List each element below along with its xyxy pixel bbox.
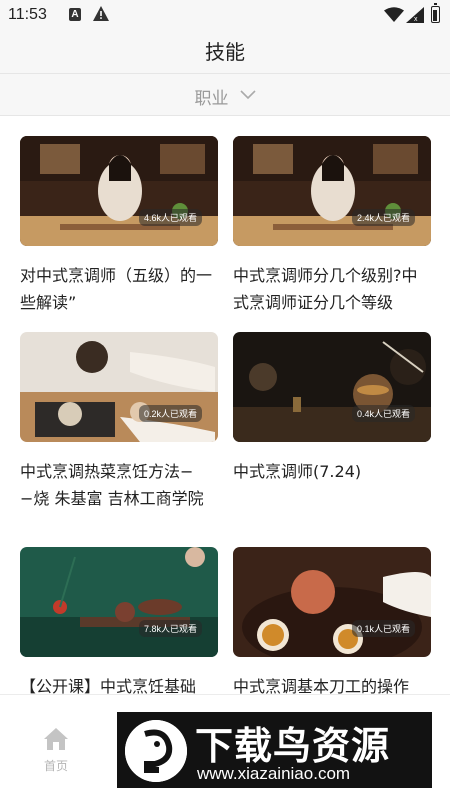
course-thumbnail[interactable]: 0.1k人已观看 [233,547,431,657]
view-count: 0.1k人已观看 [351,620,415,637]
nav-home-label[interactable]: 首页 [28,757,84,774]
status-bar: 11:53 A x [0,0,450,30]
course-title[interactable]: 中式烹调师分几个级别?中式烹调师证分几个等级 [233,262,431,316]
status-time: 11:53 [8,6,47,23]
nav-home[interactable]: 首页 [28,727,84,774]
chevron-down-icon[interactable] [239,89,256,100]
course-title[interactable]: 中式烹调师(7.24) [233,458,431,512]
text-a-icon: A [69,8,81,21]
course-title[interactable]: 中式烹调热菜烹饪方法−−烧 朱基富 吉林工商学院 [20,458,218,512]
header: 技能 [0,30,450,74]
signal-icon: x [406,7,424,23]
course-card[interactable]: 4.6k人已观看 对中式烹调师（五级）的一些解读” [20,136,218,316]
course-card[interactable]: 0.2k人已观看 中式烹调热菜烹饪方法−−烧 朱基富 吉林工商学院 [20,332,218,512]
wifi-icon [384,7,404,22]
watermark-url: www.xiazainiao.com [197,764,351,783]
course-title[interactable]: 中式烹调基本刀工的操作 [233,673,431,694]
course-card[interactable]: 7.8k人已观看 【公开课】中式烹饪基础 [20,547,218,694]
battery-icon [431,3,440,23]
course-thumbnail[interactable]: 0.4k人已观看 [233,332,431,442]
view-count: 0.2k人已观看 [138,405,202,422]
course-card[interactable]: 0.4k人已观看 中式烹调师(7.24) [233,332,431,512]
category-filter[interactable]: 职业 [0,74,450,116]
course-card[interactable]: 2.4k人已观看 中式烹调师分几个级别?中式烹调师证分几个等级 [233,136,431,316]
course-card[interactable]: 0.1k人已观看 中式烹调基本刀工的操作 [233,547,431,694]
course-title[interactable]: 【公开课】中式烹饪基础 [20,673,218,694]
view-count: 4.6k人已观看 [138,209,202,226]
watermark-banner: 下载鸟资源 www.xiazainiao.com [117,712,432,788]
view-count: 7.8k人已观看 [138,620,202,637]
svg-text:x: x [414,16,418,23]
course-thumbnail[interactable]: 7.8k人已观看 [20,547,218,657]
view-count: 0.4k人已观看 [351,405,415,422]
home-icon[interactable] [43,727,69,751]
filter-label[interactable]: 职业 [194,89,228,109]
view-count: 2.4k人已观看 [351,209,415,226]
bird-logo-icon [125,720,187,782]
course-thumbnail[interactable]: 0.2k人已观看 [20,332,218,442]
warning-icon [93,6,109,21]
page-title: 技能 [205,40,245,64]
course-grid: 4.6k人已观看 对中式烹调师（五级）的一些解读” 2.4k人已观看 中式烹调师… [0,116,450,694]
course-title[interactable]: 对中式烹调师（五级）的一些解读” [20,262,218,316]
course-thumbnail[interactable]: 4.6k人已观看 [20,136,218,246]
watermark-brand: 下载鸟资源 [195,724,391,768]
course-thumbnail[interactable]: 2.4k人已观看 [233,136,431,246]
